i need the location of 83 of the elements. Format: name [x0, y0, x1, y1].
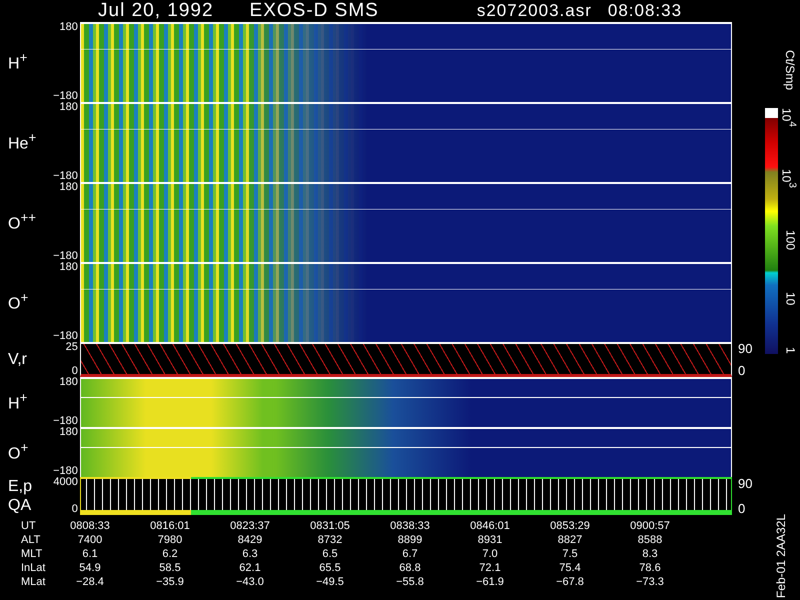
panel-label: V,r — [8, 350, 28, 370]
table-cell-text: 0816:01 — [149, 519, 191, 533]
footer-code: Feb-01 2AA32L — [774, 514, 788, 598]
table-cell-text: 0808:33 — [69, 519, 111, 533]
axis-label: 0 — [738, 364, 746, 377]
table-cell-text: 78.6 — [638, 561, 662, 575]
table-cell-text: −73.3 — [635, 575, 665, 589]
table-cell-text: −35.9 — [155, 575, 185, 589]
table-cell-text: 6.7 — [401, 547, 419, 561]
table-cell-text: 62.1 — [238, 561, 262, 575]
table-cell-text: 58.5 — [158, 561, 182, 575]
table-cell-text: 8931 — [476, 533, 504, 547]
axis-label: 180 — [60, 102, 78, 113]
axis-label: −180 — [53, 416, 78, 427]
colorbar-unit: Ct/Smp — [783, 50, 797, 90]
axis-label: 90 — [738, 342, 754, 355]
table-cell-text: 75.4 — [558, 561, 582, 575]
panel-label: H$^{+}$ — [8, 390, 28, 414]
table-cell-text: 68.8 — [398, 561, 422, 575]
table-cell-text: 8588 — [636, 533, 664, 547]
axis-label: 4000 — [53, 477, 78, 488]
table-cell-text: 0831:05 — [309, 519, 351, 533]
table-cell-text: 54.9 — [78, 561, 102, 575]
axis-label: 90 — [738, 477, 754, 490]
plot-date: Jul 20, 1992 — [98, 0, 214, 22]
panel-label: O$^{+}$ — [8, 440, 30, 464]
table-cell-text: −49.5 — [315, 575, 345, 589]
axis-label: −180 — [53, 251, 78, 262]
table-cell-text: 8.3 — [641, 547, 659, 561]
table-cell-text: 7.0 — [481, 547, 499, 561]
colorbar-tick: 1 — [782, 347, 798, 354]
axis-label: 180 — [60, 262, 78, 273]
table-cell-text: 7.5 — [561, 547, 579, 561]
table-cell-text: 72.1 — [478, 561, 502, 575]
table-cell-text: 6.3 — [241, 547, 259, 561]
axis-label: −180 — [53, 466, 78, 477]
axis-label: 0 — [72, 504, 78, 515]
table-cell-text: 0853:29 — [549, 519, 591, 533]
table-cell-text: −67.8 — [555, 575, 585, 589]
table-cell-text: 0900:57 — [629, 519, 671, 533]
table-cell-text: 8899 — [396, 533, 424, 547]
table-cell-text: 6.5 — [321, 547, 339, 561]
table-cell-text: 8732 — [316, 533, 344, 547]
colorbar-tick: 10 — [782, 292, 798, 306]
table-cell-text: −28.4 — [75, 575, 105, 589]
row-label: UT — [20, 519, 37, 533]
axis-label: 180 — [60, 22, 78, 33]
axis-label: −180 — [53, 91, 78, 102]
table-cell-text: 0823:37 — [229, 519, 271, 533]
panel-label: H$^{+}$ — [8, 50, 28, 74]
panel-label: O$^{++}$ — [8, 210, 38, 234]
table-cell-text: 8429 — [236, 533, 264, 547]
table-cell-text: 0846:01 — [469, 519, 511, 533]
table-cell-text: 65.5 — [318, 561, 342, 575]
axis-label: 25 — [66, 342, 78, 353]
start-time: 08:08:33 — [608, 1, 682, 21]
table-cell-text: 6.2 — [161, 547, 179, 561]
row-label: ALT — [20, 533, 42, 547]
axis-label: 180 — [60, 377, 78, 388]
axis-label: −180 — [53, 171, 78, 182]
instrument-title: EXOS-D SMS — [250, 0, 379, 22]
table-cell-text: 7980 — [156, 533, 184, 547]
panel-label: QA — [8, 496, 32, 516]
panel-label: O$^{+}$ — [8, 290, 30, 314]
axis-label: 0 — [738, 502, 746, 515]
file-name: s2072003.asr — [476, 1, 592, 21]
table-cell-text: 6.1 — [81, 547, 99, 561]
table-cell-text: −55.8 — [395, 575, 425, 589]
axis-label: 180 — [60, 427, 78, 438]
table-cell-text: 8827 — [556, 533, 584, 547]
table-cell-text: 0838:33 — [389, 519, 431, 533]
table-cell-text: −61.9 — [475, 575, 505, 589]
axis-label: −180 — [53, 331, 78, 342]
row-label: MLT — [20, 547, 44, 561]
table-cell-text: −43.0 — [235, 575, 265, 589]
axis-label: 180 — [60, 182, 78, 193]
axis-label: 0 — [72, 366, 78, 377]
panel-label: He$^{+}$ — [8, 130, 38, 154]
panel-label: E,p — [8, 476, 34, 496]
row-label: InLat — [20, 561, 46, 575]
colorbar-tick: 100 — [782, 230, 798, 250]
row-label: MLat — [20, 575, 46, 589]
table-cell-text: 7400 — [76, 533, 104, 547]
